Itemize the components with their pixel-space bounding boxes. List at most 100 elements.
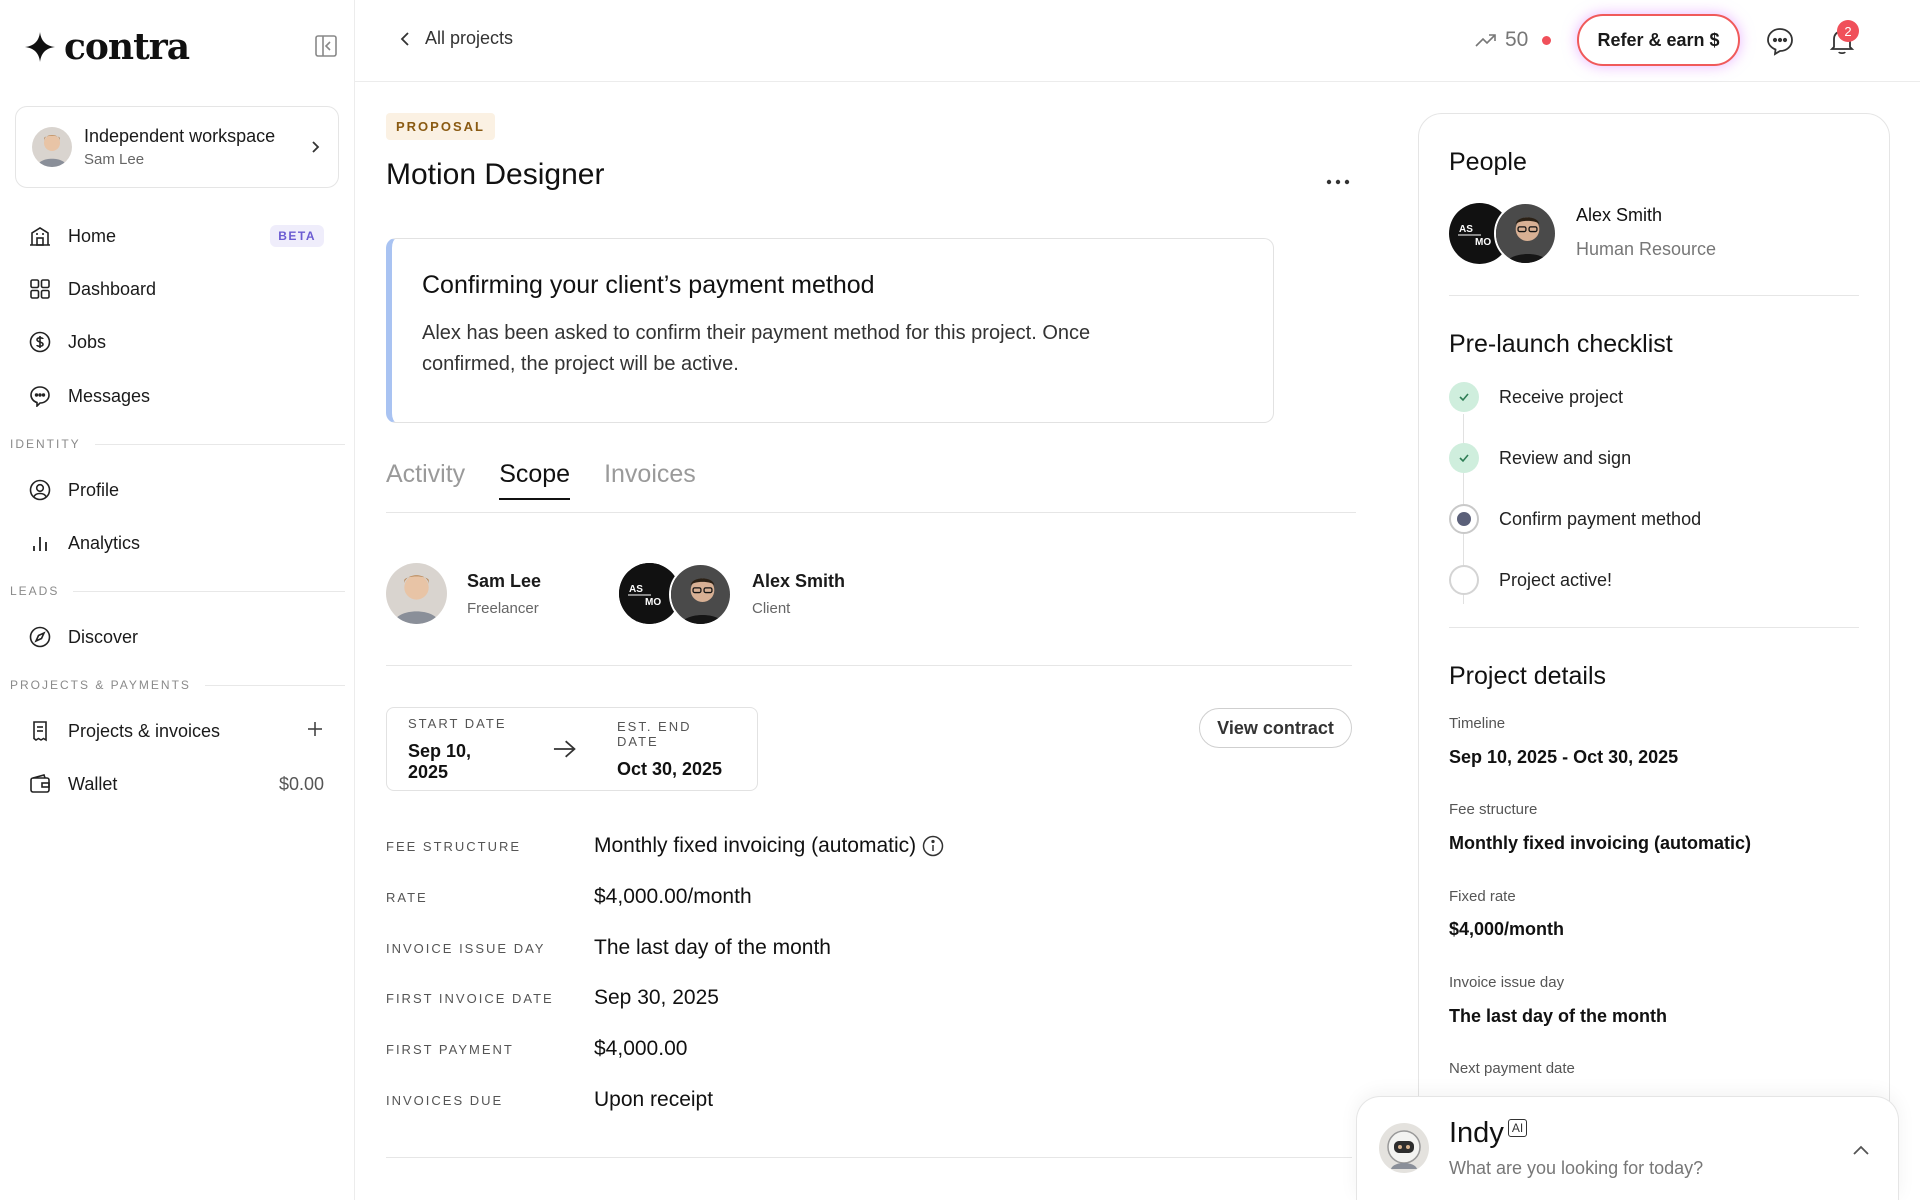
client-avatar (669, 563, 732, 626)
sidebar-item-dashboard[interactable]: Dashboard (28, 271, 324, 307)
current-step-icon (1449, 504, 1479, 534)
terms-value: $4,000.00/month (594, 885, 752, 908)
info-icon[interactable] (922, 835, 944, 857)
sidebar-item-profile[interactable]: Profile (28, 472, 324, 508)
chat-icon (28, 384, 52, 408)
sidebar-item-label: Analytics (68, 532, 141, 553)
section-label-projects: PROJECTS & PAYMENTS (10, 678, 345, 692)
invoice-icon (28, 719, 52, 743)
sidebar-item-analytics[interactable]: Analytics (28, 525, 324, 561)
payment-notice-card: Confirming your client’s payment method … (386, 238, 1274, 423)
add-project-button[interactable] (306, 720, 324, 743)
chevron-up-icon (1853, 1145, 1869, 1155)
trend-up-icon (1475, 34, 1496, 47)
indy-assistant-panel[interactable]: Indy AI What are you looking for today? (1356, 1096, 1899, 1200)
terms-value: $4,000.00 (594, 1037, 688, 1060)
client-name: Alex Smith (752, 570, 846, 591)
plus-icon (308, 721, 322, 736)
home-icon (28, 224, 52, 248)
sidebar-item-messages[interactable]: Messages (28, 378, 324, 414)
indy-title-group: Indy AI (1449, 1117, 1528, 1150)
workspace-user: Sam Lee (84, 151, 145, 168)
indy-avatar (1379, 1123, 1429, 1173)
checklist-item-project-active: Project active! (1449, 565, 1612, 595)
sidebar-item-projects[interactable]: Projects & invoices (28, 713, 324, 749)
sidebar-item-jobs[interactable]: Jobs (28, 324, 324, 360)
divider (1449, 627, 1859, 628)
indy-expand-button[interactable] (1851, 1141, 1871, 1161)
sidebar-item-home[interactable]: Home BETA (28, 218, 324, 254)
project-side-panel: People AS MO Alex Smith Human Resource Pr… (1418, 113, 1890, 1200)
detail-label: Invoice issue day (1449, 974, 1565, 991)
project-dates: START DATE Sep 10, 2025 EST. END DATE Oc… (386, 707, 758, 791)
streak-counter[interactable]: 50 (1475, 28, 1552, 52)
tab-activity[interactable]: Activity (386, 460, 465, 500)
pending-step-icon (1449, 565, 1479, 595)
svg-text:AS: AS (629, 584, 643, 595)
freelancer-role: Freelancer (467, 599, 539, 617)
terms-row-first-invoice-date: FIRST INVOICE DATE Sep 30, 2025 (386, 986, 1286, 1010)
sidebar-item-label: Jobs (68, 331, 107, 352)
workspace-switcher[interactable]: Independent workspace Sam Lee (15, 106, 339, 188)
terms-value: The last day of the month (594, 936, 831, 959)
sidebar-collapse-button[interactable] (314, 34, 338, 58)
detail-value: Monthly fixed invoicing (automatic) (1449, 833, 1752, 853)
client-role: Client (752, 599, 791, 617)
terms-row-first-payment: FIRST PAYMENT $4,000.00 (386, 1037, 1286, 1061)
divider (386, 665, 1352, 666)
tab-invoices[interactable]: Invoices (604, 460, 696, 500)
checklist-item-confirm-payment: Confirm payment method (1449, 504, 1701, 534)
compass-icon (28, 625, 52, 649)
brand-logo[interactable]: contra (24, 26, 190, 68)
back-to-projects-link[interactable]: All projects (399, 28, 513, 49)
svg-text:AS: AS (1459, 224, 1473, 235)
start-date-label: START DATE (408, 715, 507, 731)
refer-earn-button[interactable]: Refer & earn $ (1577, 14, 1740, 66)
terms-row-invoices-due: INVOICES DUE Upon receipt (386, 1088, 1286, 1112)
more-options-button[interactable] (1323, 172, 1353, 192)
indy-prompt: What are you looking for today? (1449, 1158, 1704, 1178)
terms-row-invoice-issue-day: INVOICE ISSUE DAY The last day of the mo… (386, 936, 1286, 960)
analytics-icon (28, 531, 52, 555)
workspace-title: Independent workspace (84, 126, 276, 146)
check-icon (1449, 443, 1479, 473)
more-icon (1326, 179, 1350, 185)
messages-button[interactable] (1765, 26, 1795, 56)
terms-label: INVOICE ISSUE DAY (386, 940, 546, 956)
sidebar-collapse-icon (315, 35, 337, 57)
sidebar-item-label: Dashboard (68, 278, 157, 299)
terms-row-fee-structure: FEE STRUCTURE Monthly fixed invoicing (a… (386, 834, 1286, 858)
indy-title: Indy (1449, 1117, 1504, 1149)
sidebar-item-label: Wallet (68, 773, 118, 794)
contra-star-logo-icon (25, 32, 55, 62)
sidebar-item-discover[interactable]: Discover (28, 619, 324, 655)
main-content: All projects 50 Refer & earn $ 2 PROPOSA… (355, 0, 1920, 1200)
view-contract-button[interactable]: View contract (1199, 708, 1352, 748)
sidebar-item-label: Messages (68, 385, 151, 406)
freelancer-card: Sam Lee Freelancer (386, 563, 541, 624)
notice-title: Confirming your client’s payment method (422, 271, 875, 299)
sidebar-item-wallet[interactable]: Wallet $0.00 (28, 766, 324, 802)
streak-alert-dot (1542, 35, 1552, 45)
status-badge: PROPOSAL (386, 113, 495, 140)
notification-count-badge: 2 (1837, 20, 1859, 42)
svg-text:MO: MO (645, 597, 661, 608)
tab-scope[interactable]: Scope (499, 460, 571, 500)
terms-value: Monthly fixed invoicing (automatic) (594, 834, 917, 857)
chevron-right-icon (312, 141, 320, 153)
section-label-identity: IDENTITY (10, 437, 345, 451)
message-icon (1767, 28, 1793, 56)
detail-label: Timeline (1449, 715, 1506, 732)
notice-body: Alex has been asked to confirm their pay… (422, 322, 1091, 375)
detail-label: Fee structure (1449, 801, 1538, 818)
avatar (32, 127, 72, 167)
streak-value: 50 (1505, 28, 1529, 51)
detail-value: $4,000/month (1449, 919, 1565, 939)
freelancer-avatar (386, 563, 447, 624)
section-label-leads: LEADS (10, 584, 345, 598)
profile-icon (28, 478, 52, 502)
brand-name: contra (64, 26, 190, 68)
client-card: AS MO Alex Smith Client (619, 563, 846, 626)
sidebar-item-label: Discover (68, 626, 139, 647)
sidebar-item-label: Home (68, 225, 117, 246)
